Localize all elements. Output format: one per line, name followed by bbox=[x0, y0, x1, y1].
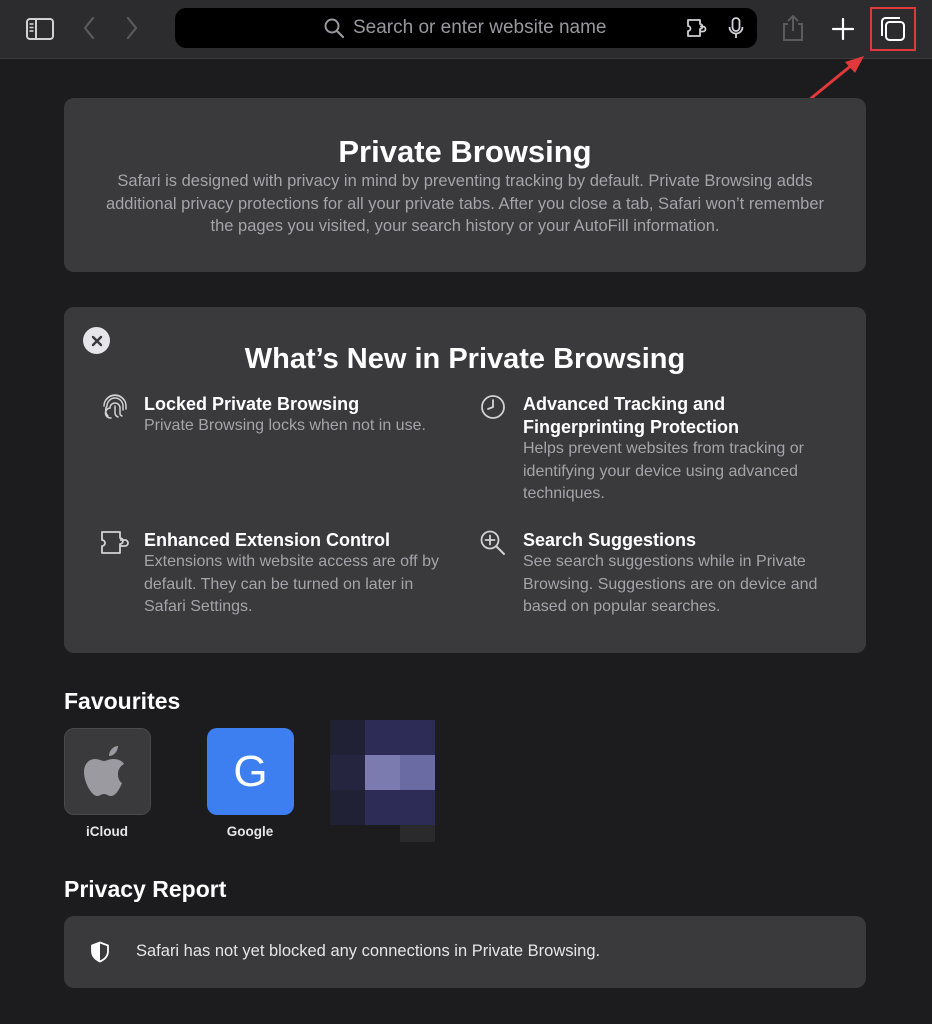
private-browsing-title: Private Browsing bbox=[338, 134, 592, 169]
apple-logo-icon bbox=[83, 745, 124, 796]
share-icon bbox=[783, 14, 803, 41]
feature-title: Locked Private Browsing bbox=[144, 394, 360, 414]
fingerprint-icon bbox=[103, 394, 127, 419]
shield-icon bbox=[91, 941, 109, 963]
highlight-box bbox=[870, 7, 916, 51]
sidebar-button[interactable] bbox=[22, 13, 58, 45]
address-placeholder: Search or enter website name bbox=[353, 17, 607, 38]
share-button[interactable] bbox=[778, 12, 808, 44]
microphone-icon[interactable] bbox=[727, 16, 745, 40]
pixel-block bbox=[400, 755, 435, 790]
pixel-block bbox=[400, 825, 435, 842]
pixel-block bbox=[330, 720, 365, 755]
pixel-block bbox=[330, 790, 365, 825]
sidebar-icon bbox=[26, 18, 54, 40]
new-tab-button[interactable] bbox=[828, 14, 858, 44]
feature-title: Advanced Tracking and Fingerprinting Pro… bbox=[523, 394, 739, 437]
favourite-label: Google bbox=[226, 824, 274, 839]
plus-icon bbox=[831, 17, 855, 41]
forward-button[interactable] bbox=[119, 13, 145, 43]
whats-new-card: What’s New in Private Browsing Locked Pr… bbox=[64, 307, 866, 653]
favourite-icloud[interactable] bbox=[64, 728, 151, 815]
favourite-pixelated[interactable] bbox=[330, 720, 435, 842]
pixel-block bbox=[365, 720, 435, 755]
private-browsing-description: Safari is designed with privacy in mind … bbox=[105, 172, 825, 235]
search-icon bbox=[324, 18, 345, 39]
feature-description: See search suggestions while in Private … bbox=[523, 553, 818, 615]
back-button[interactable] bbox=[76, 13, 102, 43]
search-plus-icon bbox=[480, 530, 505, 555]
extension-icon[interactable] bbox=[685, 17, 711, 39]
pixel-block bbox=[365, 790, 435, 825]
feature-description: Helps prevent websites from tracking or … bbox=[523, 440, 804, 502]
favourites-title: Favourites bbox=[64, 688, 181, 714]
address-bar[interactable]: Search or enter website name bbox=[175, 8, 757, 48]
privacy-report-title: Privacy Report bbox=[64, 876, 227, 902]
privacy-report-text: Safari has not yet blocked any connectio… bbox=[136, 942, 601, 960]
google-glyph: G bbox=[233, 746, 268, 796]
favourite-label: iCloud bbox=[86, 824, 128, 839]
feature-description: Private Browsing locks when not in use. bbox=[144, 417, 426, 434]
extension-icon bbox=[101, 531, 129, 554]
whats-new-title: What’s New in Private Browsing bbox=[244, 343, 686, 375]
feature-title: Enhanced Extension Control bbox=[144, 530, 391, 550]
back-chevron-icon bbox=[83, 16, 95, 40]
forward-chevron-icon bbox=[126, 16, 138, 40]
private-browsing-card: Private Browsing Safari is designed with… bbox=[64, 98, 866, 272]
clock-icon bbox=[481, 395, 505, 419]
favourite-google[interactable]: G bbox=[207, 728, 294, 815]
pixel-block bbox=[330, 755, 365, 790]
feature-title: Search Suggestions bbox=[523, 530, 697, 550]
pixel-block bbox=[365, 755, 400, 790]
privacy-report-card[interactable]: Safari has not yet blocked any connectio… bbox=[64, 916, 866, 988]
feature-description: Extensions with website access are off b… bbox=[144, 553, 439, 615]
